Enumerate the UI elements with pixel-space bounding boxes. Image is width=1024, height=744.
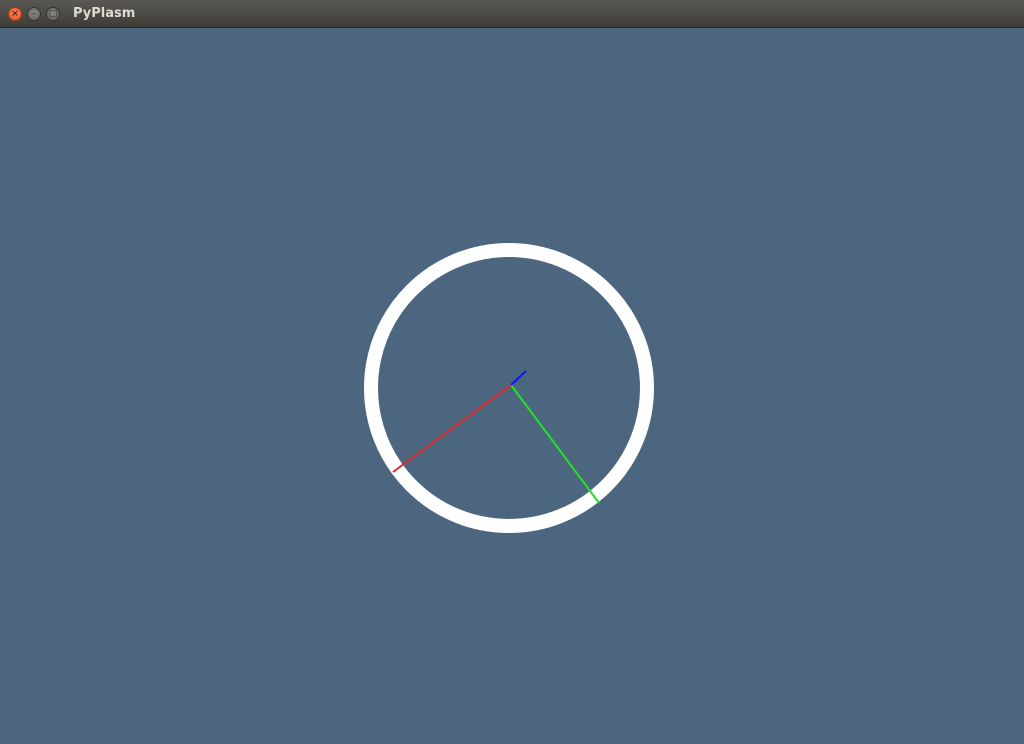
window-title: PyPlasm <box>73 6 136 21</box>
close-icon[interactable]: × <box>8 7 22 21</box>
minimize-icon[interactable]: – <box>27 7 41 21</box>
y-axis-line <box>510 384 600 504</box>
pyplasm-window: × – □ PyPlasm <box>0 0 1024 744</box>
3d-viewport[interactable] <box>0 28 1024 744</box>
scene-canvas <box>364 243 654 533</box>
title-bar[interactable]: × – □ PyPlasm <box>0 0 1024 28</box>
x-axis-line <box>392 384 512 473</box>
ring-shape <box>364 243 654 533</box>
maximize-icon[interactable]: □ <box>46 7 60 21</box>
z-axis-line <box>510 370 527 386</box>
